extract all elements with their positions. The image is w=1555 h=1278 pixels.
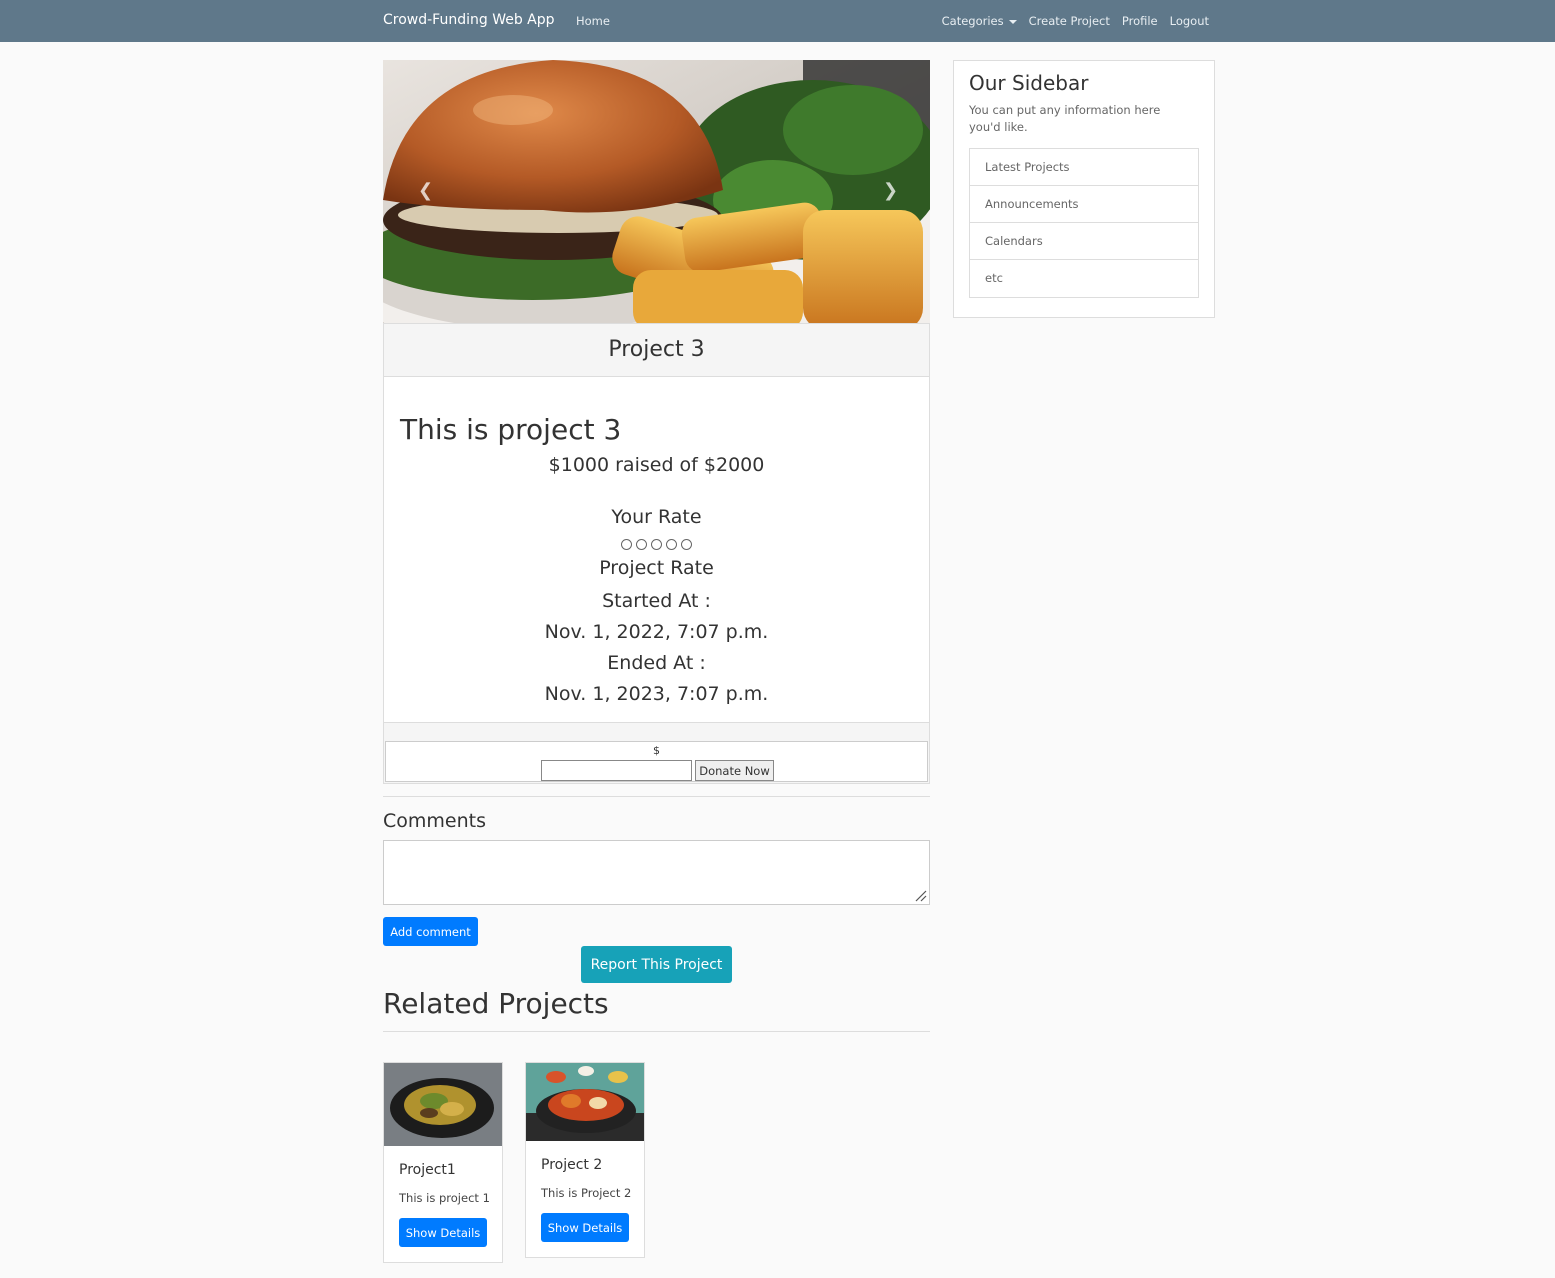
nav-logout-link[interactable]: Logout bbox=[1170, 14, 1209, 28]
related-project-text: This is Project 2 bbox=[541, 1186, 632, 1200]
resize-grip-icon[interactable] bbox=[914, 889, 927, 902]
rating-radio-4[interactable] bbox=[666, 539, 677, 550]
started-at-value: Nov. 1, 2022, 7:07 p.m. bbox=[544, 621, 769, 643]
divider bbox=[383, 796, 930, 797]
divider bbox=[383, 1031, 930, 1032]
sidebar: Our Sidebar You can put any information … bbox=[953, 60, 1215, 318]
donate-form: $ Donate Now bbox=[385, 741, 928, 782]
rating-radio-5[interactable] bbox=[681, 539, 692, 550]
project-card-header: Project 3 bbox=[384, 324, 929, 377]
brand-link[interactable]: Crowd-Funding Web App bbox=[383, 12, 555, 28]
related-projects-title: Related Projects bbox=[383, 987, 609, 1020]
caret-down-icon bbox=[1008, 19, 1017, 24]
navbar: Crowd-Funding Web App Home Categories Cr… bbox=[0, 0, 1555, 42]
project-card: Project 3 This is project 3 $1000 raised… bbox=[383, 323, 930, 784]
rating-radio-2[interactable] bbox=[636, 539, 647, 550]
show-details-button[interactable]: Show Details bbox=[399, 1218, 487, 1247]
project-image-carousel[interactable]: ❮ ❯ bbox=[383, 60, 930, 323]
related-project-title: Project1 bbox=[399, 1162, 456, 1178]
donate-now-button[interactable]: Donate Now bbox=[695, 760, 774, 781]
burger-fries-image bbox=[383, 60, 930, 323]
carousel-prev-icon[interactable]: ❮ bbox=[418, 180, 433, 201]
raised-amount: $1000 raised of $2000 bbox=[548, 454, 765, 476]
donation-amount-input[interactable] bbox=[541, 760, 692, 781]
sidebar-item-etc[interactable]: etc bbox=[970, 260, 1198, 297]
sidebar-title: Our Sidebar bbox=[969, 71, 1089, 95]
ended-at-label: Ended At : bbox=[607, 652, 706, 674]
your-rate-label: Your Rate bbox=[611, 506, 702, 528]
add-comment-button[interactable]: Add comment bbox=[383, 917, 478, 946]
comment-textarea[interactable] bbox=[383, 840, 930, 905]
project-heading: This is project 3 bbox=[400, 413, 622, 446]
rating-radio-group bbox=[384, 539, 929, 553]
related-project-title: Project 2 bbox=[541, 1157, 603, 1173]
rating-radio-1[interactable] bbox=[621, 539, 632, 550]
nav-home-link[interactable]: Home bbox=[576, 14, 610, 28]
sidebar-item-announcements[interactable]: Announcements bbox=[970, 186, 1198, 223]
rating-radio-3[interactable] bbox=[651, 539, 662, 550]
nav-create-project-link[interactable]: Create Project bbox=[1029, 14, 1110, 28]
project-card-footer: $ Donate Now bbox=[384, 722, 929, 783]
project-rate-label: Project Rate bbox=[599, 557, 714, 579]
project1-image bbox=[384, 1063, 502, 1146]
related-project-card: Project 2 This is Project 2 Show Details bbox=[525, 1062, 645, 1258]
related-project-text: This is project 1 bbox=[399, 1191, 490, 1205]
related-project-card: Project1 This is project 1 Show Details bbox=[383, 1062, 503, 1263]
report-project-button[interactable]: Report This Project bbox=[581, 946, 732, 983]
nav-categories-dropdown[interactable]: Categories bbox=[942, 14, 1017, 28]
ended-at-value: Nov. 1, 2023, 7:07 p.m. bbox=[544, 683, 769, 705]
sidebar-list: Latest Projects Announcements Calendars … bbox=[969, 148, 1199, 298]
comments-title: Comments bbox=[383, 810, 486, 832]
show-details-button[interactable]: Show Details bbox=[541, 1213, 629, 1242]
nav-profile-link[interactable]: Profile bbox=[1122, 14, 1158, 28]
currency-label: $ bbox=[653, 744, 660, 757]
project-card-body: This is project 3 $1000 raised of $2000 … bbox=[384, 377, 929, 722]
nav-categories-label: Categories bbox=[941, 14, 1004, 28]
sidebar-text: You can put any information here you'd l… bbox=[969, 103, 1161, 134]
sidebar-item-latest-projects[interactable]: Latest Projects bbox=[970, 149, 1198, 186]
sidebar-item-calendars[interactable]: Calendars bbox=[970, 223, 1198, 260]
nav-right: Categories Create Project Profile Logout bbox=[942, 14, 1209, 28]
project2-image bbox=[526, 1063, 644, 1141]
carousel-next-icon[interactable]: ❯ bbox=[883, 180, 898, 201]
started-at-label: Started At : bbox=[602, 590, 711, 612]
